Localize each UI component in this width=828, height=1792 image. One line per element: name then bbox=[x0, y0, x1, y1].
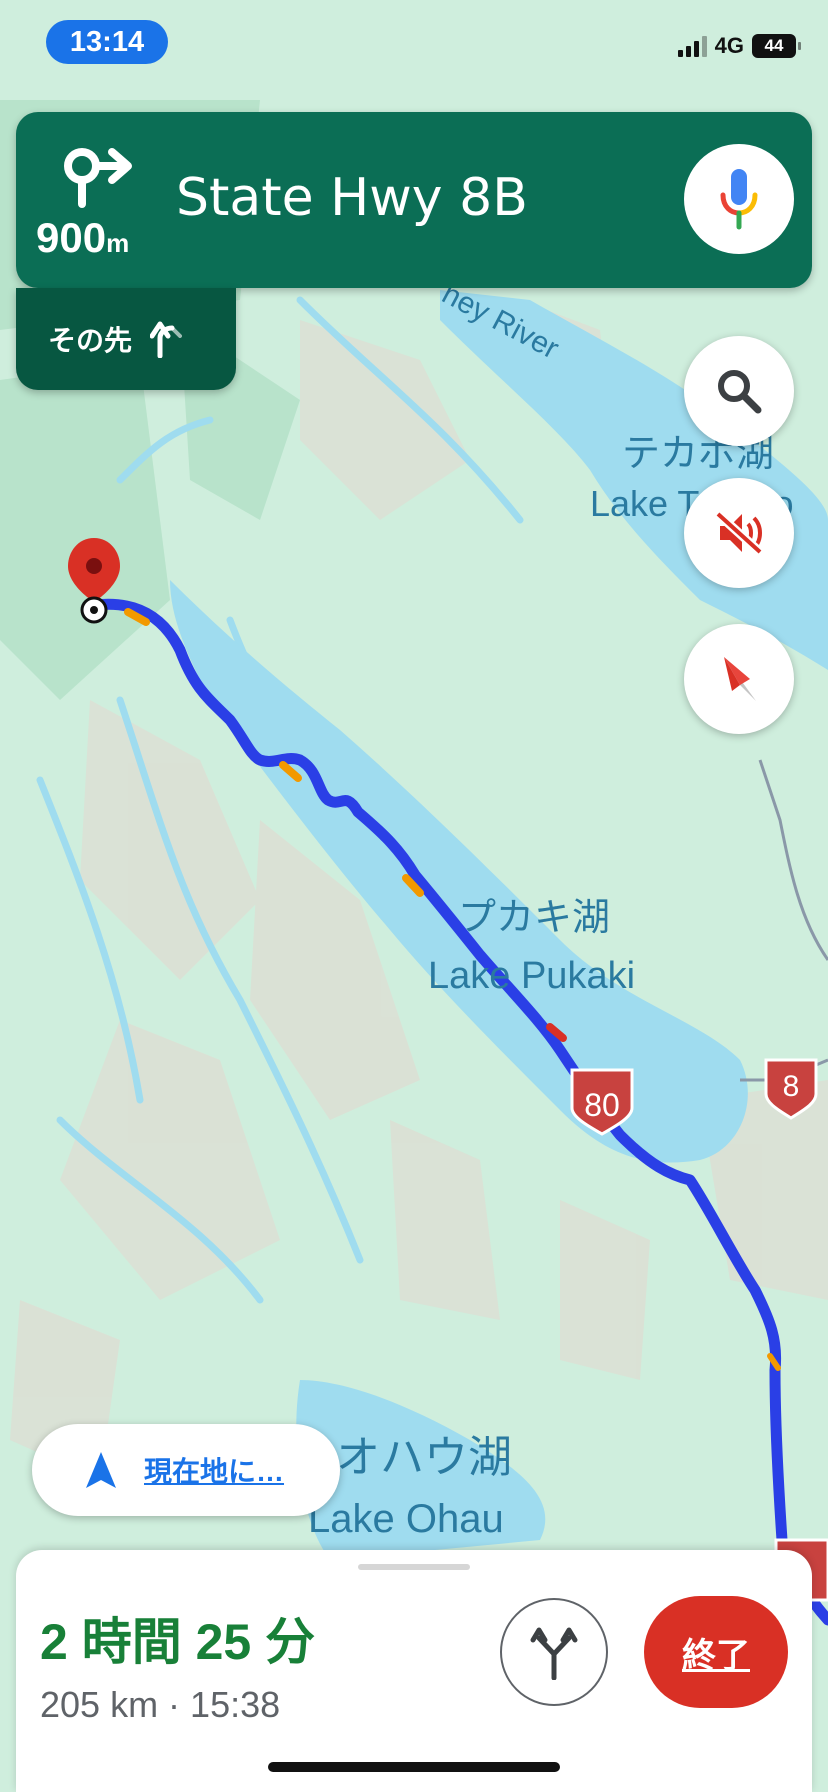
route-shield-8-label: 8 bbox=[783, 1070, 800, 1103]
recenter-button[interactable]: 現在地に… bbox=[32, 1424, 340, 1516]
alternate-routes-button[interactable] bbox=[500, 1598, 608, 1706]
cellular-signal-icon bbox=[677, 35, 707, 57]
trip-distance-arrival: 205 km · 15:38 bbox=[40, 1684, 281, 1725]
compass-icon bbox=[724, 657, 756, 701]
search-button[interactable] bbox=[684, 336, 794, 446]
lake-ohau-label-en: Lake Ohau bbox=[308, 1497, 504, 1541]
trip-summary-sheet[interactable]: 2 時間 25 分 205 km · 15:38 終了 bbox=[16, 1550, 812, 1792]
route-fork-icon bbox=[530, 1627, 578, 1680]
trip-duration: 2 時間 25 分 bbox=[40, 1614, 316, 1670]
turn-distance: 900m bbox=[36, 214, 129, 262]
status-indicators: 4G 44 bbox=[677, 28, 801, 64]
battery-icon: 44 bbox=[752, 34, 801, 58]
next-street-name: State Hwy 8B bbox=[176, 168, 528, 228]
then-instruction-card[interactable]: その先 bbox=[16, 288, 236, 390]
turn-distance-unit: m bbox=[106, 228, 130, 258]
network-type: 4G bbox=[714, 33, 744, 58]
recenter-label: 現在地に… bbox=[144, 1456, 285, 1487]
lake-ohau-label-ja: オハウ湖 bbox=[336, 1433, 512, 1482]
status-time: 13:14 bbox=[46, 20, 168, 64]
slight-left-arrow-icon bbox=[150, 321, 183, 358]
mute-button[interactable] bbox=[684, 478, 794, 588]
battery-level: 44 bbox=[764, 36, 784, 55]
home-indicator[interactable] bbox=[268, 1762, 560, 1772]
navigation-instruction-card[interactable]: 900m State Hwy 8B bbox=[16, 112, 812, 288]
lake-pukaki-label-ja: プカキ湖 bbox=[458, 897, 610, 939]
turn-right-icon bbox=[64, 148, 132, 208]
sheet-grabber[interactable] bbox=[358, 1564, 470, 1570]
route-shield-80-label: 80 bbox=[584, 1087, 620, 1123]
navigation-arrow-icon bbox=[86, 1452, 116, 1488]
microphone-icon bbox=[720, 169, 758, 230]
turn-distance-value: 900 bbox=[36, 214, 107, 261]
lake-pukaki-label-en: Lake Pukaki bbox=[428, 955, 635, 997]
then-label: その先 bbox=[48, 325, 133, 356]
sound-off-icon bbox=[714, 510, 764, 556]
voice-search-button[interactable] bbox=[684, 144, 794, 254]
exit-navigation-button[interactable]: 終了 bbox=[644, 1596, 788, 1708]
compass-button[interactable] bbox=[684, 624, 794, 734]
search-icon bbox=[718, 370, 762, 414]
